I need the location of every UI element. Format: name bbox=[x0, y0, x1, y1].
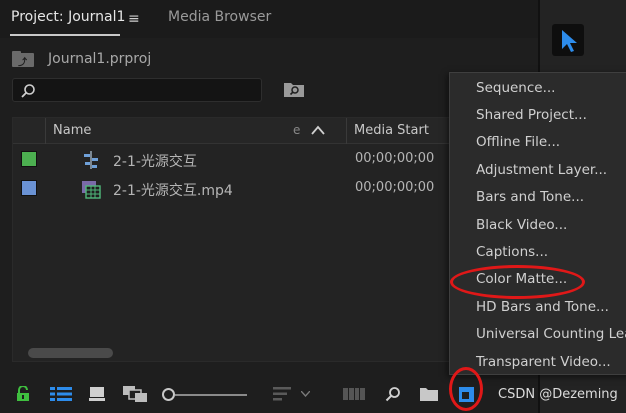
panel-tab-bar: Project: Journal1 ≡ Media Browser bbox=[0, 0, 538, 38]
menu-item-sequence[interactable]: Sequence... bbox=[476, 75, 555, 101]
folder-up-icon[interactable]: ⤴ bbox=[12, 51, 34, 68]
chevron-down-icon[interactable] bbox=[298, 375, 312, 413]
menu-item-color-matte[interactable]: Color Matte... bbox=[476, 266, 567, 292]
tab-media-browser[interactable]: Media Browser bbox=[168, 9, 271, 25]
menu-item-adjustment-layer[interactable]: Adjustment Layer... bbox=[476, 157, 607, 183]
search-input[interactable] bbox=[41, 81, 251, 99]
item-media-start: 00;00;00;00 bbox=[355, 151, 435, 166]
menu-item-shared-project[interactable]: Shared Project... bbox=[476, 102, 587, 128]
project-item-list: Name e Media Start 2-1-光源交互 00;00;00;00 bbox=[12, 117, 453, 362]
column-divider[interactable] bbox=[346, 118, 347, 144]
menu-item-hd-bars-and-tone[interactable]: HD Bars and Tone... bbox=[476, 294, 609, 320]
column-header-media-start[interactable]: Media Start bbox=[354, 123, 429, 138]
chevron-up-icon[interactable] bbox=[311, 124, 325, 136]
watermark: CSDN @Dezeming bbox=[498, 387, 618, 402]
search-icon bbox=[21, 84, 35, 98]
zoom-slider-handle[interactable] bbox=[162, 388, 175, 401]
new-search-bin-icon[interactable] bbox=[283, 80, 305, 98]
horizontal-scrollbar[interactable] bbox=[28, 348, 113, 358]
selection-arrow-icon bbox=[562, 30, 577, 52]
zoom-slider-track[interactable] bbox=[175, 394, 247, 396]
label-color-swatch[interactable] bbox=[21, 180, 37, 196]
item-name[interactable]: 2-1-光源交互 bbox=[113, 151, 197, 171]
selection-tool-button[interactable] bbox=[552, 24, 584, 56]
menu-item-bars-and-tone[interactable]: Bars and Tone... bbox=[476, 184, 584, 210]
automate-to-sequence-icon[interactable] bbox=[342, 375, 366, 413]
tab-project[interactable]: Project: Journal1 bbox=[11, 9, 125, 25]
menu-item-black-video[interactable]: Black Video... bbox=[476, 212, 567, 238]
menu-item-captions[interactable]: Captions... bbox=[476, 239, 548, 265]
new-item-icon[interactable] bbox=[455, 375, 477, 413]
active-tab-indicator bbox=[10, 34, 120, 36]
menu-item-offline-file[interactable]: Offline File... bbox=[476, 129, 560, 155]
item-media-start: 00;00;00;00 bbox=[355, 180, 435, 195]
item-name[interactable]: 2-1-光源交互.mp4 bbox=[113, 180, 233, 200]
lock-icon[interactable] bbox=[12, 375, 34, 413]
bottom-toolbar bbox=[0, 375, 538, 413]
menu-item-transparent-video[interactable]: Transparent Video... bbox=[476, 349, 611, 375]
label-color-swatch[interactable] bbox=[21, 151, 37, 167]
panel-menu-icon[interactable]: ≡ bbox=[128, 11, 140, 27]
video-clip-icon bbox=[82, 181, 101, 199]
table-row[interactable]: 2-1-光源交互 00;00;00;00 bbox=[13, 146, 453, 174]
sort-icons-icon[interactable] bbox=[270, 375, 294, 413]
table-row[interactable]: 2-1-光源交互.mp4 00;00;00;00 bbox=[13, 175, 453, 203]
freeform-view-icon[interactable] bbox=[122, 375, 150, 413]
icon-view-icon[interactable] bbox=[86, 375, 108, 413]
search-box[interactable] bbox=[12, 78, 262, 102]
table-header: Name e Media Start bbox=[13, 118, 453, 144]
list-view-icon[interactable] bbox=[48, 375, 74, 413]
new-bin-icon[interactable] bbox=[418, 375, 440, 413]
column-header-name[interactable]: Name bbox=[53, 123, 91, 138]
column-header-truncated[interactable]: e bbox=[293, 123, 300, 137]
find-icon[interactable] bbox=[382, 375, 404, 413]
new-item-menu: Sequence... Shared Project... Offline Fi… bbox=[449, 72, 626, 375]
bin-path: ⤴ Journal1.prproj bbox=[12, 48, 151, 70]
label-column-divider bbox=[45, 118, 46, 144]
sequence-icon bbox=[84, 151, 98, 169]
bin-name: Journal1.prproj bbox=[48, 51, 152, 67]
menu-item-universal-counting-leader[interactable]: Universal Counting Lead bbox=[476, 321, 626, 347]
